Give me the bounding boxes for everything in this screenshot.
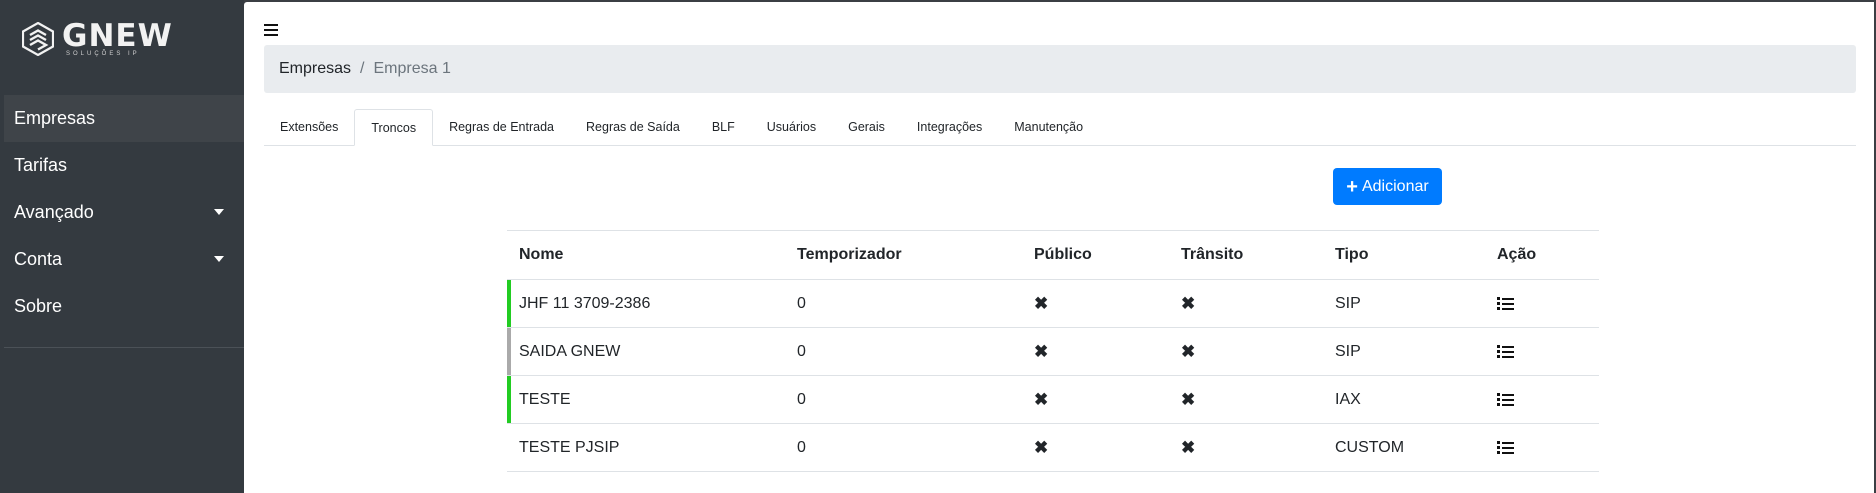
add-button-label: Adicionar <box>1361 177 1429 195</box>
sidebar-divider <box>4 347 244 348</box>
column-header-acao: Ação <box>1497 246 1537 263</box>
breadcrumb-separator: / <box>360 60 365 77</box>
cell-name: TESTE <box>519 390 571 408</box>
x-icon: ✖ <box>1181 389 1196 409</box>
status-indicator <box>507 376 511 423</box>
breadcrumb-current: Empresa 1 <box>373 60 451 77</box>
sidebar-item-conta[interactable]: Conta <box>4 236 244 283</box>
cell-timer: 0 <box>797 438 806 456</box>
x-icon: ✖ <box>1034 389 1049 409</box>
action-menu-button[interactable] <box>1497 328 1514 375</box>
sidebar-item-label: Avançado <box>14 202 94 222</box>
gnew-logo-icon <box>22 22 54 56</box>
table-row: TESTE PJSIP 0 ✖ ✖ CUSTOM <box>507 424 1599 472</box>
logo[interactable]: GNEW SOLUÇÕES IP <box>22 16 173 62</box>
action-menu-button[interactable] <box>1497 280 1514 327</box>
list-icon <box>1497 393 1514 406</box>
action-menu-button[interactable] <box>1497 376 1514 423</box>
tab-manutencao[interactable]: Manutenção <box>998 109 1099 145</box>
tab-extensoes[interactable]: Extensões <box>264 109 354 145</box>
caret-down-icon <box>214 256 224 262</box>
breadcrumb-link-empresas[interactable]: Empresas <box>279 60 351 78</box>
cell-timer: 0 <box>797 342 806 360</box>
sidebar-item-label: Empresas <box>14 108 96 128</box>
main-content: Empresas / Empresa 1 Extensões Troncos R… <box>244 2 1874 493</box>
x-icon: ✖ <box>1034 437 1049 457</box>
cell-name: TESTE PJSIP <box>519 438 620 456</box>
sidebar-item-avancado[interactable]: Avançado <box>4 189 244 236</box>
cell-name: JHF 11 3709-2386 <box>519 294 651 312</box>
tab-blf[interactable]: BLF <box>696 109 751 145</box>
cell-type: SIP <box>1335 342 1361 360</box>
column-header-temporizador: Temporizador <box>797 246 902 263</box>
cell-type: SIP <box>1335 294 1361 312</box>
table-row: TESTE 0 ✖ ✖ IAX <box>507 376 1599 424</box>
status-indicator <box>507 280 511 327</box>
column-header-nome: Nome <box>519 246 564 263</box>
logo-name: GNEW <box>62 18 173 54</box>
list-icon <box>1497 297 1514 310</box>
x-icon: ✖ <box>1181 437 1196 457</box>
add-button[interactable]: + Adicionar <box>1333 168 1442 205</box>
sidebar-item-empresas[interactable]: Empresas <box>4 95 244 142</box>
list-icon <box>1497 441 1514 454</box>
sidebar: GNEW SOLUÇÕES IP Empresas Tarifas Avança… <box>0 0 244 493</box>
sidebar-item-label: Tarifas <box>14 155 68 175</box>
column-header-tipo: Tipo <box>1335 246 1369 263</box>
table-row: SAIDA GNEW 0 ✖ ✖ SIP <box>507 328 1599 376</box>
tab-gerais[interactable]: Gerais <box>832 109 901 145</box>
status-indicator <box>507 424 511 471</box>
sidebar-item-tarifas[interactable]: Tarifas <box>4 142 244 189</box>
tab-usuarios[interactable]: Usuários <box>751 109 832 145</box>
cell-type: CUSTOM <box>1335 438 1405 456</box>
breadcrumb: Empresas / Empresa 1 <box>264 45 1856 93</box>
table-row: JHF 11 3709-2386 0 ✖ ✖ SIP <box>507 280 1599 328</box>
cell-timer: 0 <box>797 294 806 312</box>
sidebar-menu: Empresas Tarifas Avançado Conta Sobre <box>4 95 244 330</box>
x-icon: ✖ <box>1181 293 1196 313</box>
x-icon: ✖ <box>1181 341 1196 361</box>
tab-integracoes[interactable]: Integrações <box>901 109 998 145</box>
sidebar-item-sobre[interactable]: Sobre <box>4 283 244 330</box>
status-indicator <box>507 328 511 375</box>
trunks-table: Nome Temporizador Público Trânsito Tipo … <box>507 230 1599 472</box>
plus-icon: + <box>1346 175 1358 198</box>
hamburger-menu-icon[interactable] <box>264 24 278 36</box>
tab-regras-de-entrada[interactable]: Regras de Entrada <box>433 109 570 145</box>
column-header-transito: Trânsito <box>1181 246 1244 263</box>
action-menu-button[interactable] <box>1497 424 1514 471</box>
sidebar-item-label: Conta <box>14 249 63 269</box>
column-header-publico: Público <box>1034 246 1092 263</box>
cell-type: IAX <box>1335 390 1361 408</box>
cell-name: SAIDA GNEW <box>519 342 621 360</box>
tab-regras-de-saida[interactable]: Regras de Saída <box>570 109 696 145</box>
logo-tagline: SOLUÇÕES IP <box>66 51 140 57</box>
list-icon <box>1497 345 1514 358</box>
sidebar-item-label: Sobre <box>14 296 63 316</box>
table-header-row: Nome Temporizador Público Trânsito Tipo … <box>507 231 1599 280</box>
x-icon: ✖ <box>1034 341 1049 361</box>
tab-troncos[interactable]: Troncos <box>354 109 434 146</box>
caret-down-icon <box>214 209 224 215</box>
tab-bar: Extensões Troncos Regras de Entrada Regr… <box>264 109 1856 146</box>
x-icon: ✖ <box>1034 293 1049 313</box>
cell-timer: 0 <box>797 390 806 408</box>
